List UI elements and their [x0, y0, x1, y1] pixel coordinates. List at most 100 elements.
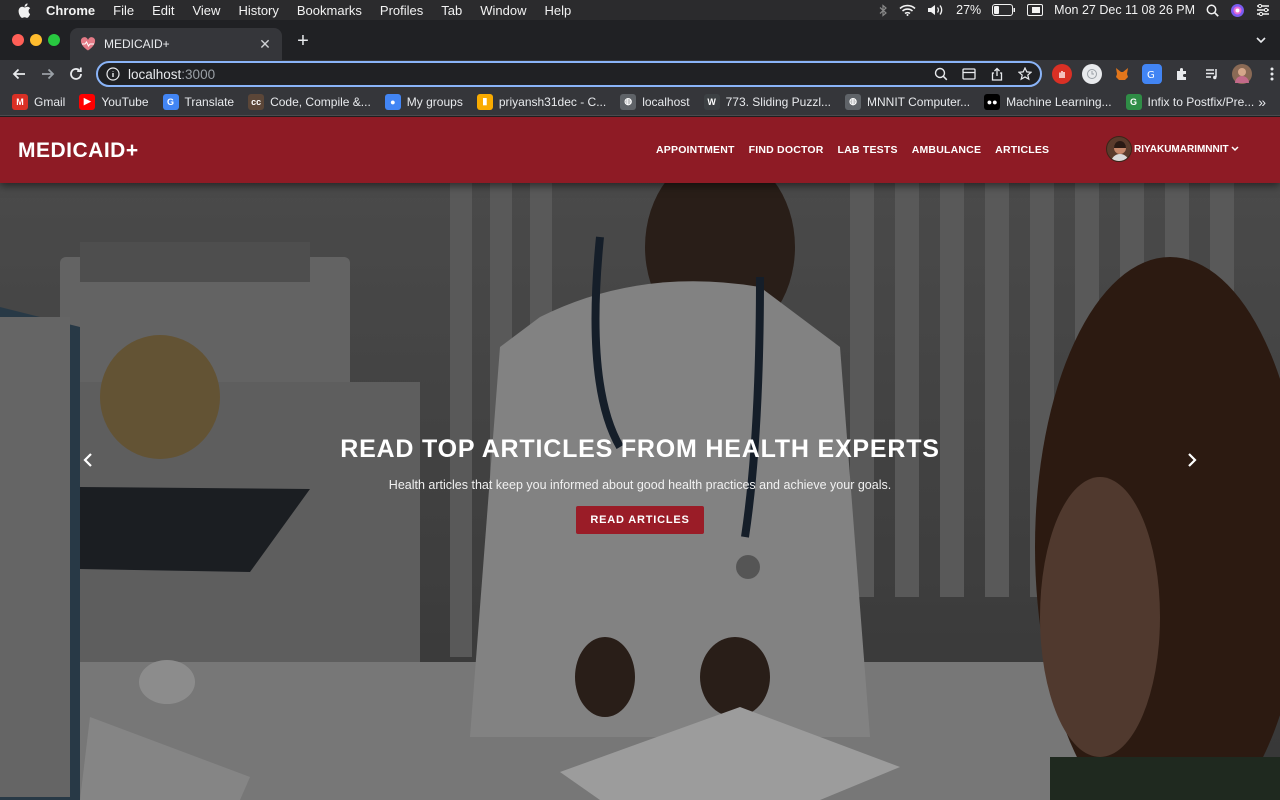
bookmarks-bar: M Gmail ▶ YouTube G Translate cc Code, Compile …: [0, 88, 1280, 116]
groups-icon: ●: [384, 93, 401, 110]
site-logo[interactable]: MEDICAID+: [18, 139, 139, 163]
menu-history[interactable]: History: [238, 3, 278, 18]
bookmark-item[interactable]: G Infix to Postfix/Pre...: [1125, 93, 1255, 110]
more-bookmarks-chevron-icon[interactable]: »: [1258, 94, 1266, 110]
macos-menu-bar: Chrome File Edit View History Bookmarks …: [0, 0, 1280, 20]
browser-tab-medicaid[interactable]: MEDICAID+ ✕: [70, 28, 282, 60]
back-arrow-icon[interactable]: [9, 64, 29, 84]
nav-articles[interactable]: ARTICLES: [995, 144, 1049, 156]
bookmark-label: Infix to Postfix/Pre...: [1147, 94, 1255, 109]
address-bar[interactable]: localhost:3000: [96, 61, 1042, 87]
hero-headline: READ TOP ARTICLES FROM HEALTH EXPERTS: [340, 435, 940, 463]
menu-app-name[interactable]: Chrome: [46, 3, 95, 18]
codechef-icon: cc: [248, 93, 265, 110]
bookmark-item[interactable]: M Gmail: [12, 93, 66, 110]
clock-extension-icon[interactable]: [1082, 64, 1102, 84]
tab-close-icon[interactable]: ✕: [258, 36, 272, 52]
user-avatar[interactable]: [1106, 136, 1132, 162]
bookmark-item[interactable]: ●● Machine Learning...: [984, 93, 1112, 110]
reader-mode-icon[interactable]: [962, 67, 976, 84]
chart-icon: ▮: [476, 93, 493, 110]
bluetooth-icon[interactable]: [879, 3, 888, 17]
spotlight-search-icon[interactable]: [1206, 4, 1219, 17]
w-icon: W: [703, 93, 720, 110]
user-menu[interactable]: RIYAKUMARIMNNIT: [1106, 136, 1239, 162]
bookmark-label: 773. Sliding Puzzl...: [725, 94, 831, 109]
globe-icon: ◍: [845, 93, 861, 110]
bookmark-item[interactable]: ◍ localhost: [620, 93, 690, 110]
nav-find-doctor[interactable]: FIND DOCTOR: [749, 144, 824, 156]
translate-icon: G: [162, 93, 179, 110]
gmail-icon: M: [12, 93, 28, 110]
menu-bookmarks[interactable]: Bookmarks: [297, 3, 362, 18]
nav-appointment[interactable]: APPOINTMENT: [656, 144, 735, 156]
site-nav-links: APPOINTMENT FIND DOCTOR LAB TESTS AMBULA…: [656, 144, 1049, 156]
bookmark-item[interactable]: ● My groups: [384, 93, 463, 110]
window-minimize-button[interactable]: [30, 34, 42, 46]
profile-avatar-icon[interactable]: [1232, 64, 1252, 84]
menu-help[interactable]: Help: [545, 3, 572, 18]
bookmark-item[interactable]: ◍ MNNIT Computer...: [845, 93, 970, 110]
menu-window[interactable]: Window: [480, 3, 526, 18]
share-icon[interactable]: [990, 67, 1004, 84]
heart-icon: [80, 36, 96, 52]
site-info-icon[interactable]: [106, 67, 120, 81]
window-zoom-button[interactable]: [48, 34, 60, 46]
google-translate-icon[interactable]: G: [1142, 64, 1162, 84]
extensions-puzzle-icon[interactable]: [1172, 64, 1192, 84]
battery-icon[interactable]: [992, 4, 1016, 16]
bookmark-item[interactable]: cc Code, Compile &...: [248, 93, 371, 110]
read-articles-button[interactable]: READ ARTICLES: [576, 506, 704, 534]
adblock-extension-icon[interactable]: [1052, 64, 1072, 84]
new-tab-button[interactable]: +: [292, 30, 314, 52]
control-center-icon[interactable]: [1256, 4, 1270, 16]
battery-percent: 27%: [956, 3, 982, 17]
menubar-clock[interactable]: Mon 27 Dec 11 08 26 PM: [1054, 3, 1195, 17]
bookmark-item[interactable]: W 773. Sliding Puzzl...: [703, 93, 831, 110]
bookmark-label: Machine Learning...: [1006, 94, 1112, 109]
youtube-icon: ▶: [79, 93, 96, 110]
metamask-fox-icon[interactable]: [1112, 64, 1132, 84]
hero-caption: READ TOP ARTICLES FROM HEALTH EXPERTS He…: [0, 435, 1280, 534]
bookmark-item[interactable]: G Translate: [162, 93, 235, 110]
user-name[interactable]: RIYAKUMARIMNNIT: [1134, 144, 1229, 155]
bookmark-star-icon[interactable]: [1017, 66, 1033, 84]
bookmark-label: localhost: [642, 94, 690, 109]
nav-ambulance[interactable]: AMBULANCE: [912, 144, 981, 156]
address-bar-actions: [934, 66, 1033, 84]
menu-edit[interactable]: Edit: [152, 3, 174, 18]
tab-search-chevron-icon[interactable]: [1254, 33, 1268, 47]
bookmark-label: Gmail: [34, 94, 66, 109]
gfg-icon: G: [1125, 93, 1142, 110]
bookmark-label: Translate: [184, 94, 235, 109]
chrome-menu-kebab-icon[interactable]: [1262, 64, 1280, 84]
tab-title: MEDICAID+: [104, 37, 170, 51]
menu-tab[interactable]: Tab: [441, 3, 462, 18]
menubar-status-area: 27% Mon 27 Dec 11 08 26 PM: [879, 0, 1270, 20]
nav-lab-tests[interactable]: LAB TESTS: [838, 144, 898, 156]
volume-icon[interactable]: [927, 4, 945, 16]
wifi-icon[interactable]: [899, 4, 916, 16]
globe-icon: ◍: [620, 93, 637, 110]
reload-icon[interactable]: [66, 64, 86, 84]
display-icon[interactable]: [1027, 4, 1044, 16]
forward-arrow-icon[interactable]: [38, 64, 58, 84]
chevron-down-icon[interactable]: [1231, 144, 1239, 154]
web-page: MEDICAID+ APPOINTMENT FIND DOCTOR LAB TE…: [0, 117, 1280, 800]
bookmark-item[interactable]: ▶ YouTube: [79, 93, 149, 110]
menu-file[interactable]: File: [113, 3, 134, 18]
url-host: localhost: [128, 66, 182, 82]
menu-profiles[interactable]: Profiles: [380, 3, 423, 18]
menu-view[interactable]: View: [192, 3, 220, 18]
apple-icon[interactable]: [18, 2, 32, 18]
siri-icon[interactable]: [1230, 3, 1245, 18]
bookmark-item[interactable]: ▮ priyansh31dec - C...: [476, 93, 606, 110]
zoom-icon[interactable]: [934, 67, 948, 84]
media-queue-icon[interactable]: [1202, 64, 1222, 84]
bookmark-label: My groups: [406, 94, 463, 109]
site-navbar: MEDICAID+ APPOINTMENT FIND DOCTOR LAB TE…: [0, 117, 1280, 183]
url-port: :3000: [181, 66, 216, 82]
window-close-button[interactable]: [12, 34, 24, 46]
medium-icon: ●●: [984, 93, 1001, 110]
browser-toolbar: localhost:3000 G: [0, 60, 1280, 88]
